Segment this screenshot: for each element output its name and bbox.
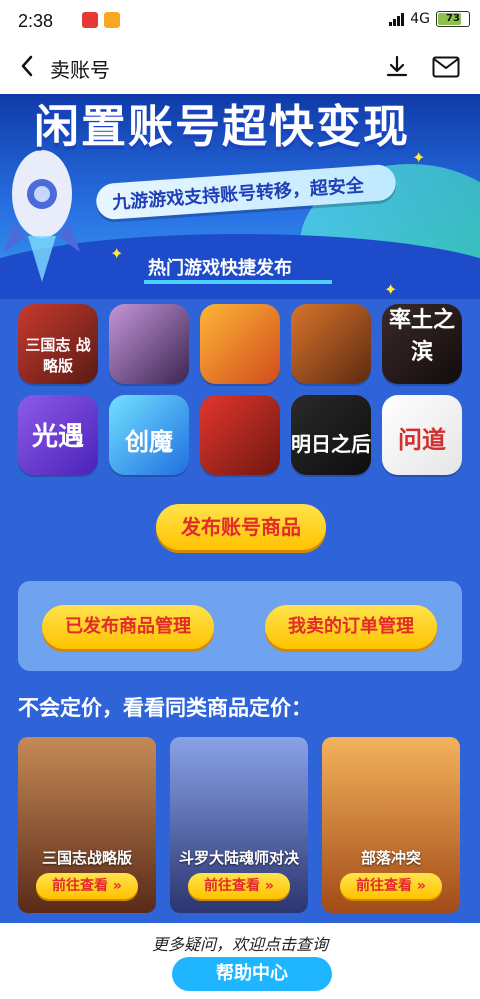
banner: ✦ ✦ ✦ 闲置账号超快变现 九游游戏支持账号转移，超安全 热门游戏快捷发布 (0, 94, 480, 299)
pricing-section-title: 不会定价，看看同类商品定价： (18, 696, 312, 720)
status-right: 4G 73 (389, 11, 470, 27)
game-tile-label: 创魔 (125, 428, 173, 456)
battery-icon: 73 (436, 11, 470, 27)
bottom-help-bar: 更多疑问，欢迎点击查询 帮助中心 (0, 923, 480, 999)
manage-panel: 已发布商品管理 我卖的订单管理 (18, 581, 462, 671)
chevron-left-icon[interactable] (16, 54, 40, 78)
notification-app-icon (82, 12, 98, 28)
pricing-card-douluodalu[interactable]: 斗罗大陆魂师对决 前往查看 » (170, 737, 308, 913)
star-icon: ✦ (110, 244, 124, 263)
mail-icon[interactable] (432, 56, 460, 78)
game-tile-label: 明日之后 (291, 432, 371, 456)
app-row: 三国志 战略版 率土之滨 (18, 304, 464, 384)
game-tile-one-piece[interactable] (200, 395, 280, 475)
hot-games-grid: 三国志 战略版 率土之滨 光遇 创魔 明日之后 问道 (18, 304, 464, 486)
game-tile-boom-beach[interactable] (291, 304, 371, 384)
published-items-button[interactable]: 已发布商品管理 (42, 605, 214, 649)
game-tile-shuaitu[interactable]: 率土之滨 (382, 304, 462, 384)
main-content: ✦ ✦ ✦ 闲置账号超快变现 九游游戏支持账号转移，超安全 热门游戏快捷发布 三… (0, 94, 480, 923)
pricing-card-name: 部落冲突 (360, 849, 421, 867)
notification-app-icon (104, 12, 120, 28)
status-time: 2:38 (18, 11, 54, 31)
game-tile-fantasy[interactable] (109, 304, 189, 384)
star-icon: ✦ (384, 280, 398, 299)
publish-account-button[interactable]: 发布账号商品 (156, 504, 326, 550)
pricing-card-name: 三国志战略版 (41, 849, 132, 867)
view-button[interactable]: 前往查看 » (188, 873, 290, 899)
game-tile-label: 率土之滨 (388, 308, 455, 365)
game-tile-label: 光遇 (31, 422, 84, 452)
game-tile-wendao[interactable]: 问道 (382, 395, 462, 475)
pricing-cards: 三国志战略版 前往查看 » 斗罗大陆魂师对决 前往查看 » 部落冲突 前往查看 … (18, 737, 462, 913)
status-left-icons (82, 12, 120, 28)
app-row: 光遇 创魔 明日之后 问道 (18, 395, 464, 475)
game-tile-label: 三国志 战略版 (25, 336, 91, 375)
game-tile-sanguozhi[interactable]: 三国志 战略版 (18, 304, 98, 384)
signal-icon (389, 12, 405, 26)
my-orders-button[interactable]: 我卖的订单管理 (265, 605, 437, 649)
banner-headline: 闲置账号超快变现 (34, 100, 411, 153)
page-title: 卖账号 (50, 58, 110, 82)
download-icon[interactable] (384, 54, 410, 80)
section-underline (144, 280, 332, 284)
help-prompt-text: 更多疑问，欢迎点击查询 (151, 935, 328, 954)
status-bar: 2:38 4G 73 (0, 0, 480, 40)
pricing-card-sanguozhi[interactable]: 三国志战略版 前往查看 » (18, 737, 156, 913)
game-tile-mingrizhihou[interactable]: 明日之后 (291, 395, 371, 475)
view-button[interactable]: 前往查看 » (340, 873, 442, 899)
top-navbar: 卖账号 (0, 40, 480, 94)
game-tile-guangyu[interactable]: 光遇 (18, 395, 98, 475)
pricing-card-clash-of-clans[interactable]: 部落冲突 前往查看 » (322, 737, 460, 913)
star-icon: ✦ (412, 148, 426, 167)
view-button[interactable]: 前往查看 » (36, 873, 138, 899)
network-label: 4G (410, 11, 430, 27)
help-center-button[interactable]: 帮助中心 (172, 957, 332, 991)
game-tile-label: 问道 (398, 426, 446, 454)
section-title-hot-games: 热门游戏快捷发布 (148, 258, 292, 279)
game-tile-chuangmo[interactable]: 创魔 (109, 395, 189, 475)
battery-percent: 73 (446, 13, 460, 24)
pricing-card-name: 斗罗大陆魂师对决 (178, 849, 299, 867)
game-tile-clash-of-clans[interactable] (200, 304, 280, 384)
